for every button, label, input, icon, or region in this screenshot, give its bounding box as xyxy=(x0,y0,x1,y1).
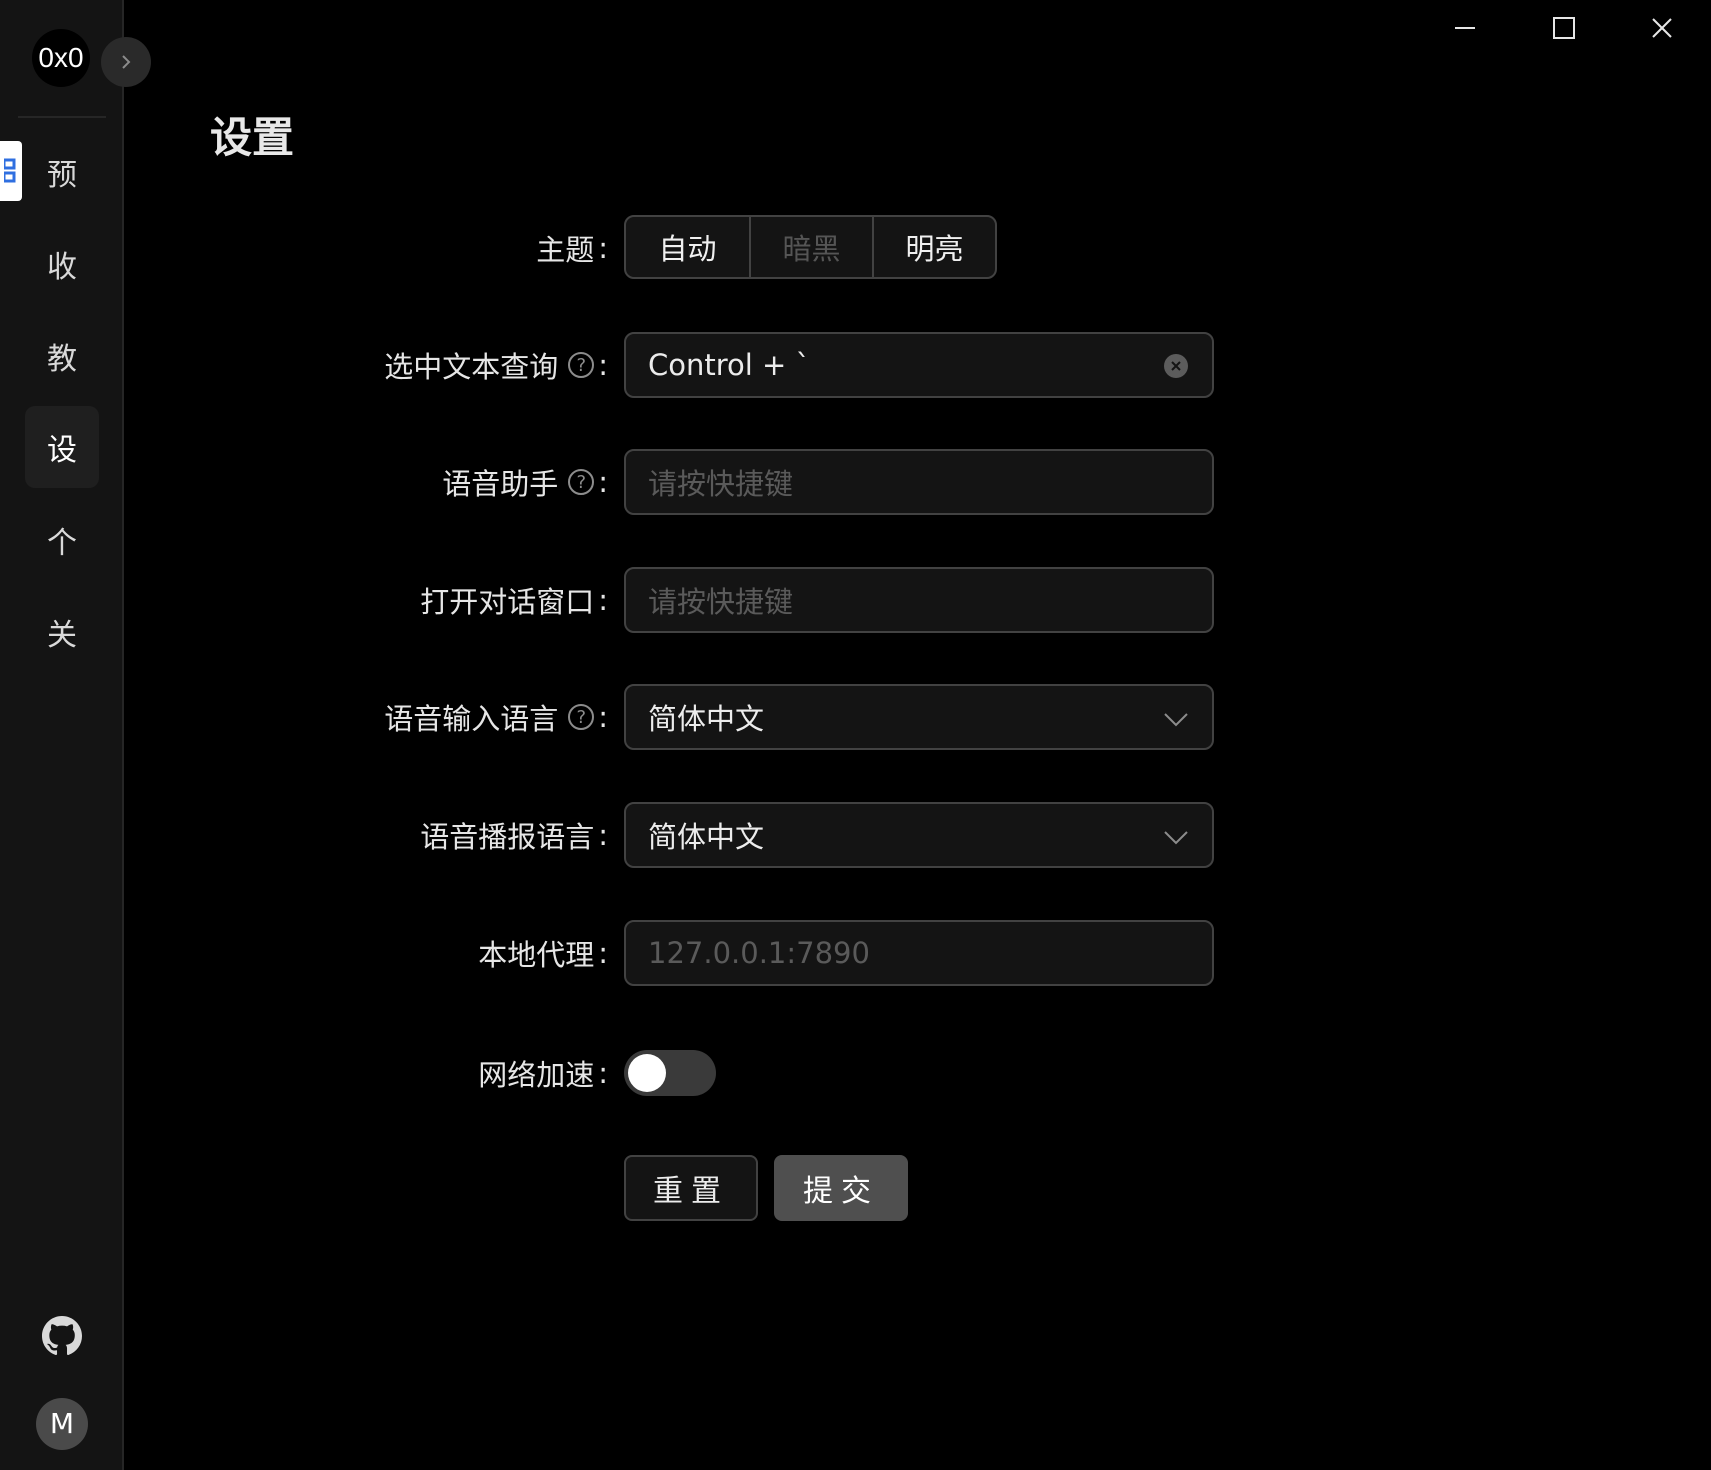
app-window: 0x0 预 收 教 设 个 关 M 设置 主题: 自动 暗黑 明亮 选中文本查… xyxy=(0,0,1711,1470)
sidebar: 0x0 预 收 教 设 个 关 M xyxy=(0,0,124,1470)
grid-icon xyxy=(4,158,16,183)
maximize-icon xyxy=(1553,17,1575,39)
github-icon[interactable] xyxy=(42,1316,82,1356)
voice-input-language-label: 语音输入语言 ?: xyxy=(384,700,608,736)
open-dialog-shortcut-input[interactable]: 请按快捷键 xyxy=(624,567,1214,633)
page-title: 设置 xyxy=(210,113,295,162)
voice-input-language-row: 语音输入语言 ?: 简体中文 xyxy=(300,684,1300,750)
floating-widget-tab[interactable] xyxy=(0,141,22,201)
local-proxy-label: 本地代理: xyxy=(478,936,608,972)
help-icon[interactable]: ? xyxy=(568,352,595,378)
theme-option-dark[interactable]: 暗黑 xyxy=(749,217,872,277)
theme-row: 主题: 自动 暗黑 明亮 xyxy=(300,215,1300,281)
chevron-right-icon xyxy=(122,55,131,69)
voice-input-language-select[interactable]: 简体中文 xyxy=(624,684,1214,750)
close-button[interactable] xyxy=(1638,10,1686,46)
avatar[interactable]: M xyxy=(36,1398,88,1450)
clear-icon[interactable] xyxy=(1164,354,1188,378)
help-icon[interactable]: ? xyxy=(568,704,595,730)
sidebar-item-label: 设 xyxy=(47,433,77,468)
selection-query-label: 选中文本查询 ?: xyxy=(384,348,608,384)
sidebar-divider xyxy=(18,116,106,118)
selection-query-shortcut-input[interactable]: Control + ` xyxy=(624,332,1214,398)
voice-assistant-label: 语音助手 ?: xyxy=(442,465,608,501)
submit-button[interactable]: 提交 xyxy=(774,1155,908,1221)
voice-broadcast-language-label: 语音播报语言: xyxy=(420,818,608,854)
sidebar-item-label: 个 xyxy=(47,526,77,561)
sidebar-item-preview[interactable]: 预 xyxy=(25,131,99,213)
sidebar-item-label: 预 xyxy=(47,158,77,193)
toggle-knob xyxy=(628,1054,666,1092)
network-acceleration-label: 网络加速: xyxy=(478,1056,608,1092)
help-icon[interactable]: ? xyxy=(568,469,595,495)
sidebar-item-settings[interactable]: 设 xyxy=(25,406,99,488)
sidebar-item-label: 教 xyxy=(47,342,77,377)
app-logo[interactable]: 0x0 xyxy=(32,29,90,87)
local-proxy-input[interactable]: 127.0.0.1:7890 xyxy=(624,920,1214,986)
voice-broadcast-language-select[interactable]: 简体中文 xyxy=(624,802,1214,868)
sidebar-item-label: 收 xyxy=(47,250,77,285)
sidebar-expand-button[interactable] xyxy=(101,37,151,87)
voice-assistant-shortcut-input[interactable]: 请按快捷键 xyxy=(624,449,1214,515)
minimize-button[interactable] xyxy=(1441,10,1489,46)
chevron-down-icon xyxy=(1164,713,1188,727)
close-icon xyxy=(1652,18,1672,38)
maximize-button[interactable] xyxy=(1540,10,1588,46)
local-proxy-row: 本地代理: 127.0.0.1:7890 xyxy=(300,920,1300,986)
sidebar-item-personal[interactable]: 个 xyxy=(25,499,99,581)
theme-control: 自动 暗黑 明亮 xyxy=(624,215,997,279)
chevron-down-icon xyxy=(1164,831,1188,845)
sidebar-item-about[interactable]: 关 xyxy=(25,591,99,673)
theme-segmented: 自动 暗黑 明亮 xyxy=(624,215,997,279)
selection-query-row: 选中文本查询 ?: Control + ` xyxy=(300,332,1300,398)
network-acceleration-toggle[interactable] xyxy=(624,1050,716,1096)
open-dialog-row: 打开对话窗口: 请按快捷键 xyxy=(300,567,1300,633)
sidebar-item-tutorial[interactable]: 教 xyxy=(25,315,99,397)
theme-label: 主题: xyxy=(536,231,608,267)
theme-option-light[interactable]: 明亮 xyxy=(872,217,995,277)
theme-option-auto[interactable]: 自动 xyxy=(626,217,749,277)
sidebar-item-label: 关 xyxy=(47,618,77,653)
network-acceleration-row: 网络加速: xyxy=(300,1040,1300,1106)
voice-assistant-row: 语音助手 ?: 请按快捷键 xyxy=(300,449,1300,515)
sidebar-item-collection[interactable]: 收 xyxy=(25,223,99,305)
minimize-icon xyxy=(1455,27,1475,29)
open-dialog-label: 打开对话窗口: xyxy=(420,583,608,619)
x-icon xyxy=(1171,361,1181,371)
voice-broadcast-language-row: 语音播报语言: 简体中文 xyxy=(300,802,1300,868)
reset-button[interactable]: 重置 xyxy=(624,1155,758,1221)
